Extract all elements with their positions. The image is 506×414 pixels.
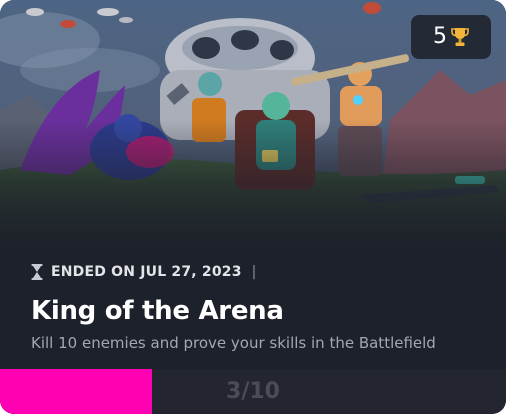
reward-count: 5: [433, 24, 447, 49]
hourglass-icon: [31, 264, 43, 280]
status-separator: |: [251, 264, 257, 280]
reward-badge: 5: [411, 15, 491, 59]
trophy-icon: [451, 28, 469, 46]
quest-card[interactable]: 5 ENDED ON JUL 27, 2023 | King of the Ar…: [0, 0, 506, 414]
illustration-fade: [0, 120, 506, 260]
progress-label: 3/10: [226, 379, 280, 404]
progress-bar: 3/10: [0, 369, 506, 414]
quest-description: Kill 10 enemies and prove your skills in…: [31, 334, 436, 352]
status-text: ENDED ON JUL 27, 2023: [51, 264, 242, 280]
quest-status: ENDED ON JUL 27, 2023 |: [31, 263, 256, 281]
quest-title: King of the Arena: [31, 296, 284, 326]
